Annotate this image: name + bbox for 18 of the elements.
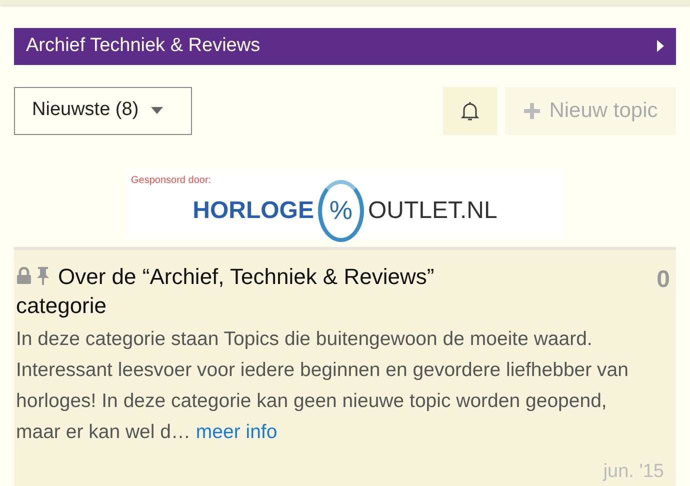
caret-right-icon [656,40,664,52]
category-bar[interactable]: Archief Techniek & Reviews [14,28,676,64]
category-title: Archief Techniek & Reviews [26,34,260,58]
logo-text: HORLOGE [192,196,314,226]
caret-down-icon [150,107,163,114]
logo-text: OUTLET.NL [368,196,498,226]
topic-date: jun. '15 [603,460,664,484]
sponsor-caption: Gesponsord door: [131,174,212,188]
topic-title[interactable]: Over de “Archief, Techniek & Reviews” categorie [16,262,496,320]
reply-count: 0 [656,264,670,294]
topic-excerpt: In deze categorie staan Topics die buitengewoon de moeite waard. Interessant leesvoer voor iedere beginnen en gevordere liefhebber van horloges! In deze categorie kan geen nieuwe topic worden geopend, maar er kan wel d… meer info [16,326,630,444]
bell-icon [461,100,479,120]
sort-dropdown[interactable]: Nieuwste (8) [14,86,192,134]
topic-card[interactable] [14,246,676,486]
notification-button[interactable] [443,86,497,134]
plus-icon [523,102,542,120]
more-info-link[interactable]: meer info [196,420,278,442]
logo-emblem: % [318,180,364,242]
